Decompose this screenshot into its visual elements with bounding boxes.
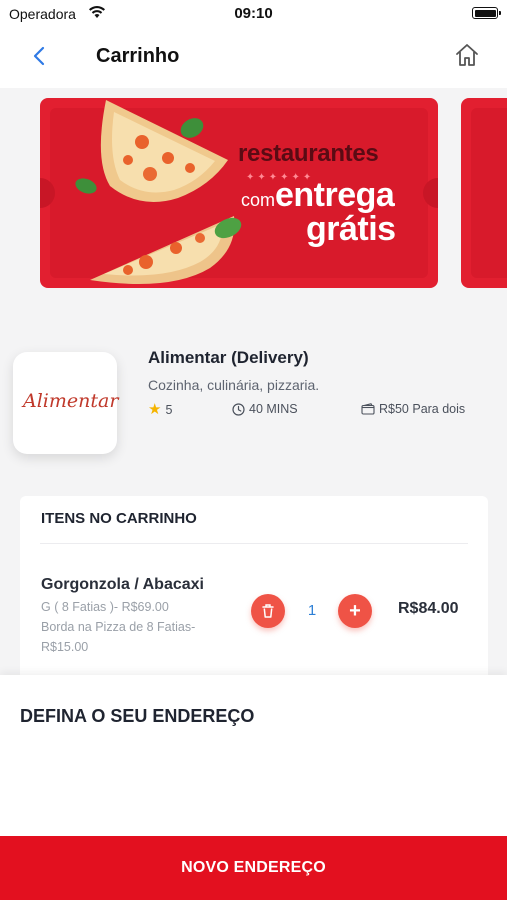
logo-wordmark: Alimentar [23, 390, 119, 412]
cart-item-price: R$84.00 [398, 600, 459, 617]
remove-item-button[interactable] [251, 594, 285, 628]
trash-icon [262, 604, 274, 618]
promo-carousel[interactable]: restaurantes ✦✦✦✦✦✦ com entrega grátis [0, 88, 507, 308]
restaurant-name: Alimentar (Delivery) [148, 348, 309, 367]
banner-headline: restaurantes [238, 140, 379, 167]
status-bar: Operadora 09:10 [0, 0, 507, 28]
banner-inner-panel [471, 108, 507, 278]
wallet-icon [361, 403, 375, 415]
increase-quantity-button[interactable]: + [338, 594, 372, 628]
navigation-bar: Carrinho [0, 28, 507, 88]
restaurant-logo: Alimentar [13, 352, 119, 454]
promo-banner-free-delivery[interactable]: restaurantes ✦✦✦✦✦✦ com entrega grátis [40, 98, 438, 288]
home-icon[interactable] [454, 42, 480, 68]
chevron-left-icon[interactable] [28, 44, 52, 68]
quantity-value: 1 [307, 602, 317, 619]
page-title: Carrinho [96, 45, 180, 67]
price-for-two: R$50 Para dois [361, 402, 465, 416]
restaurant-info: Alimentar Alimentar (Delivery) Cozinha, … [0, 340, 507, 470]
cart-item-option: G ( 8 Fatias )- R$69.00 [41, 600, 169, 614]
star-icon: ★ [148, 401, 162, 418]
delivery-time: 40 MINS [232, 402, 298, 416]
clock: 09:10 [234, 5, 273, 22]
banner-connector: com [241, 190, 276, 210]
price-for-two-value: R$50 Para dois [379, 402, 466, 416]
cart-title: ITENS NO CARRINHO [41, 510, 197, 527]
cart-item-name: Gorgonzola / Abacaxi [41, 576, 204, 593]
delivery-time-value: 40 MINS [249, 402, 298, 416]
battery-icon [472, 7, 501, 19]
plus-icon: + [349, 599, 361, 622]
divider [40, 543, 468, 544]
promo-banner-next[interactable] [461, 98, 507, 288]
cart-section: ITENS NO CARRINHO Gorgonzola / Abacaxi G… [20, 496, 488, 696]
rating: ★ 5 [148, 402, 172, 417]
cart-item-option: Borda na Pizza de 8 Fatias- [41, 620, 196, 634]
address-title: DEFINA O SEU ENDEREÇO [20, 706, 255, 726]
cart-item-option: R$15.00 [41, 640, 89, 654]
new-address-button[interactable]: NOVO ENDEREÇO [0, 836, 507, 900]
pizza-slices-image [75, 100, 242, 284]
clock-icon [232, 402, 245, 416]
restaurant-cuisine: Cozinha, culinária, pizzaria. [148, 377, 320, 393]
banner-line-2: grátis [306, 210, 396, 248]
rating-value: 5 [165, 402, 173, 417]
